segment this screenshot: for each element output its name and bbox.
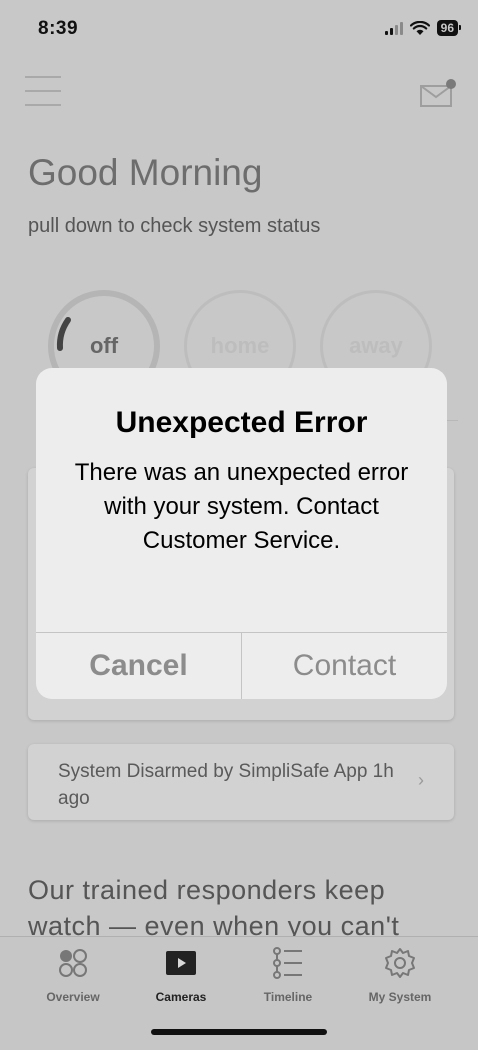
overview-icon bbox=[59, 949, 87, 977]
dialog-message: There was an unexpected error with your … bbox=[74, 459, 409, 554]
activity-text: System Disarmed by SimpliSafe App 1h ago bbox=[58, 761, 394, 809]
home-indicator[interactable] bbox=[151, 1029, 327, 1035]
promo-line-1: Our trained responders keep bbox=[28, 875, 386, 905]
greeting-title: Good Morning bbox=[28, 152, 263, 193]
tab-overview-label: Overview bbox=[46, 990, 100, 1004]
tab-cameras-label: Cameras bbox=[155, 990, 207, 1004]
error-dialog: Unexpected Error There was an unexpected… bbox=[36, 368, 447, 699]
cancel-button[interactable]: Cancel bbox=[36, 633, 241, 699]
status-hint[interactable]: pull down to check system status bbox=[28, 215, 320, 238]
contact-button[interactable]: Contact bbox=[242, 633, 447, 699]
status-icons: 96 bbox=[384, 20, 462, 36]
tab-overview[interactable]: Overview bbox=[18, 947, 128, 1004]
cellular-signal-icon bbox=[384, 21, 403, 35]
tab-timeline[interactable]: Timeline bbox=[233, 947, 343, 1004]
mode-home-label: home bbox=[210, 333, 270, 358]
battery-icon: 96 bbox=[436, 20, 462, 36]
camera-play-icon bbox=[166, 951, 196, 975]
gear-icon bbox=[385, 948, 415, 978]
dialog-title: Unexpected Error bbox=[115, 406, 368, 439]
mode-away-label: away bbox=[349, 333, 403, 358]
mail-icon[interactable] bbox=[420, 78, 456, 108]
timeline-list-icon bbox=[273, 947, 302, 979]
tab-my-system-label: My System bbox=[368, 990, 432, 1004]
status-time: 8:39 bbox=[38, 18, 79, 39]
activity-card[interactable]: System Disarmed by SimpliSafe App 1h ago… bbox=[28, 744, 454, 820]
chevron-right-icon: › bbox=[418, 770, 424, 790]
tab-timeline-label: Timeline bbox=[263, 990, 313, 1004]
tab-cameras[interactable]: Cameras bbox=[126, 947, 236, 1004]
wifi-icon bbox=[409, 20, 430, 35]
tab-my-system[interactable]: My System bbox=[345, 947, 455, 1004]
promo-line-2: watch — even when you can't bbox=[28, 911, 400, 938]
status-bar: 8:39 96 bbox=[0, 0, 478, 60]
promo-text: Our trained responders keep watch — even… bbox=[28, 872, 468, 938]
menu-icon[interactable] bbox=[25, 76, 61, 106]
